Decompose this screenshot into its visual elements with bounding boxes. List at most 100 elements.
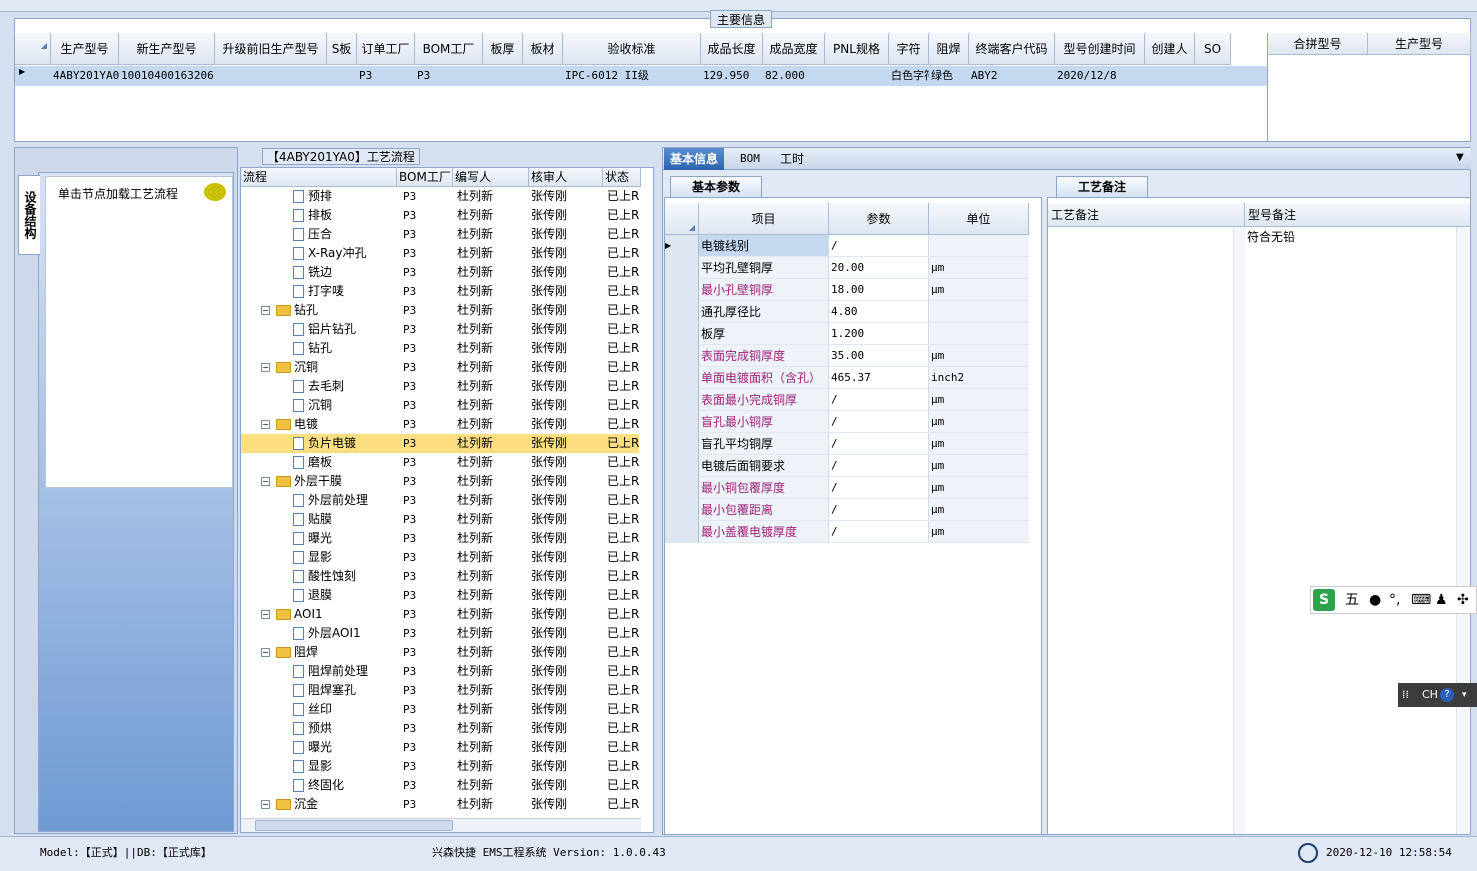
flow-row[interactable]: X-Ray冲孔 P3 杜列新 张传刚 已上R — [241, 244, 639, 263]
collapse-icon[interactable]: − — [261, 648, 270, 657]
ime-user-icon[interactable]: ♟ — [1435, 587, 1448, 613]
main-col-header[interactable]: 板厚 — [483, 33, 523, 65]
main-col-header[interactable]: PNL规格 — [825, 33, 889, 65]
cell-model[interactable]: 4ABY201YA0 — [51, 66, 119, 86]
flow-row[interactable]: 曝光 P3 杜列新 张传刚 已上R — [241, 738, 639, 757]
flow-col-header[interactable]: BOM工厂 — [397, 168, 453, 187]
tab-work-hours[interactable]: 工时 — [774, 148, 810, 170]
params-row[interactable]: 最小包覆距离 / μm — [665, 499, 1041, 521]
ime-keyboard-icon[interactable]: ⌨ — [1411, 587, 1431, 613]
collapse-icon[interactable]: − — [261, 477, 270, 486]
collapse-icon[interactable]: − — [261, 420, 270, 429]
ime-mode[interactable]: 五 — [1345, 587, 1359, 613]
main-col-header[interactable]: S板 — [327, 33, 357, 65]
main-col-header[interactable]: 阻焊 — [929, 33, 969, 65]
params-row[interactable]: 通孔厚径比 4.80 — [665, 301, 1041, 323]
flow-row[interactable]: − 钻孔 P3 杜列新 张传刚 已上R — [241, 301, 639, 320]
param-value[interactable]: / — [829, 477, 929, 499]
params-row[interactable]: 单面电镀面积（含孔） 465.37 inch2 — [665, 367, 1041, 389]
flow-row[interactable]: 钻孔 P3 杜列新 张传刚 已上R — [241, 339, 639, 358]
main-col-header[interactable]: 字符 — [889, 33, 929, 65]
flow-hscroll-thumb[interactable] — [255, 820, 453, 831]
flow-row[interactable]: 外层前处理 P3 杜列新 张传刚 已上R — [241, 491, 639, 510]
params-row[interactable]: 板厚 1.200 — [665, 323, 1041, 345]
params-col-header[interactable]: 单位 — [929, 203, 1029, 235]
param-value[interactable]: / — [829, 411, 929, 433]
flow-row[interactable]: − 电镀 P3 杜列新 张传刚 已上R — [241, 415, 639, 434]
main-col-header[interactable]: 验收标准 — [563, 33, 701, 65]
collapse-icon[interactable]: − — [261, 610, 270, 619]
process-flow-tree[interactable]: 流程 BOM工厂 编写人 核审人 状态 预排 P3 杜列新 张传刚 已上R 排板 P3 杜列新 张传刚已… — [240, 167, 654, 833]
cell-width[interactable]: 82.000 — [763, 66, 825, 86]
main-col-header[interactable]: 终端客户代码 — [969, 33, 1055, 65]
main-col-header[interactable]: 升级前旧生产型号 — [215, 33, 327, 65]
flow-col-header[interactable]: 流程 — [241, 168, 397, 187]
flow-row[interactable]: 排板 P3 杜列新 张传刚 已上R — [241, 206, 639, 225]
tabs-dropdown-icon[interactable]: ▼ — [1456, 152, 1464, 163]
cell-creator[interactable] — [1145, 66, 1195, 86]
flow-row[interactable]: − 外层干膜 P3 杜列新 张传刚 已上R — [241, 472, 639, 491]
ime-dot-icon[interactable]: ● — [1369, 587, 1381, 613]
param-value[interactable]: 465.37 — [829, 367, 929, 389]
params-row[interactable]: 电镀后面铜要求 / μm — [665, 455, 1041, 477]
param-value[interactable]: / — [829, 499, 929, 521]
flow-row[interactable]: − 沉铜 P3 杜列新 张传刚 已上R — [241, 358, 639, 377]
ime-punct-icon[interactable]: °, — [1389, 587, 1400, 613]
flow-row[interactable]: 负片电镀 P3 杜列新 张传刚 已上R — [241, 434, 639, 453]
params-col-header[interactable]: 参数 — [829, 203, 929, 235]
flow-row[interactable]: 压合 P3 杜列新 张传刚 已上R — [241, 225, 639, 244]
flow-row[interactable]: 显影 P3 杜列新 张传刚 已上R — [241, 757, 639, 776]
tab-equipment-structure[interactable]: 设备结构 — [18, 175, 40, 255]
flow-row[interactable]: 阻焊塞孔 P3 杜列新 张传刚 已上R — [241, 681, 639, 700]
cell-new-model[interactable]: 10010400163206 — [119, 66, 215, 86]
flow-row[interactable]: 显影 P3 杜列新 张传刚 已上R — [241, 548, 639, 567]
merge-col-header[interactable]: 合拼型号 — [1268, 33, 1368, 55]
collapse-icon[interactable]: − — [261, 306, 270, 315]
param-value[interactable]: 35.00 — [829, 345, 929, 367]
params-row[interactable]: 最小孔壁铜厚 18.00 μm — [665, 279, 1041, 301]
param-value[interactable]: / — [829, 389, 929, 411]
collapse-icon[interactable]: − — [261, 800, 270, 809]
cell-customer[interactable]: ABY2 — [969, 66, 1055, 86]
process-remark-scrollbar[interactable] — [1233, 227, 1245, 834]
ime-grid-icon[interactable]: ✣ — [1457, 587, 1469, 613]
flow-horizontal-scrollbar[interactable] — [241, 818, 641, 832]
main-col-header[interactable]: 订单工厂 — [357, 33, 415, 65]
tab-basic-info[interactable]: 基本信息 — [664, 148, 725, 170]
cell-thickness[interactable] — [483, 66, 523, 86]
model-remark-scrollbar[interactable] — [1456, 227, 1468, 834]
flow-row[interactable]: 铣边 P3 杜列新 张传刚 已上R — [241, 263, 639, 282]
flow-row[interactable]: − 阻焊 P3 杜列新 张传刚 已上R — [241, 643, 639, 662]
flow-row[interactable]: 磨板 P3 杜列新 张传刚 已上R — [241, 453, 639, 472]
flow-row[interactable]: 阻焊前处理 P3 杜列新 张传刚 已上R — [241, 662, 639, 681]
main-col-header[interactable]: 板材 — [523, 33, 563, 65]
language-code[interactable]: CH — [1422, 683, 1438, 707]
param-value[interactable]: 1.200 — [829, 323, 929, 345]
flow-row[interactable]: 打字唛 P3 杜列新 张传刚 已上R — [241, 282, 639, 301]
params-col-header[interactable]: 项目 — [699, 203, 829, 235]
flow-row[interactable]: 铝片钻孔 P3 杜列新 张传刚 已上R — [241, 320, 639, 339]
ime-toolbar[interactable]: S 五 ● °, ⌨ ♟ ✣ — [1310, 586, 1477, 614]
flow-row[interactable]: 曝光 P3 杜列新 张传刚 已上R — [241, 529, 639, 548]
main-col-header[interactable]: 生产型号 — [51, 33, 119, 65]
main-col-header[interactable]: BOM工厂 — [415, 33, 483, 65]
params-row[interactable]: 最小盖覆电镀厚度 / μm — [665, 521, 1041, 543]
param-value[interactable]: / — [829, 433, 929, 455]
param-value[interactable]: / — [829, 455, 929, 477]
flow-row[interactable]: 外层AOI1 P3 杜列新 张传刚 已上R — [241, 624, 639, 643]
cell-so[interactable] — [1195, 66, 1231, 86]
flow-col-header[interactable]: 核审人 — [529, 168, 603, 187]
params-row[interactable]: ▶ 电镀线别 / — [665, 235, 1041, 257]
flow-row[interactable]: 丝印 P3 杜列新 张传刚 已上R — [241, 700, 639, 719]
grid-corner[interactable]: ◢ — [15, 33, 51, 65]
params-grid-corner[interactable]: ◢ — [665, 203, 699, 235]
params-row[interactable]: 表面最小完成铜厚 / μm — [665, 389, 1041, 411]
flow-row[interactable]: 贴膜 P3 杜列新 张传刚 已上R — [241, 510, 639, 529]
param-value[interactable]: 18.00 — [829, 279, 929, 301]
flow-row[interactable]: 沉铜 P3 杜列新 张传刚 已上R — [241, 396, 639, 415]
cell-material[interactable] — [523, 66, 563, 86]
cell-mask[interactable]: 绿色 — [929, 66, 969, 86]
tab-bom[interactable]: BOM — [734, 148, 766, 170]
tab-process-remark[interactable]: 工艺备注 — [1056, 176, 1148, 197]
merge-model-grid[interactable]: 合拼型号 生产型号 — [1267, 33, 1471, 141]
